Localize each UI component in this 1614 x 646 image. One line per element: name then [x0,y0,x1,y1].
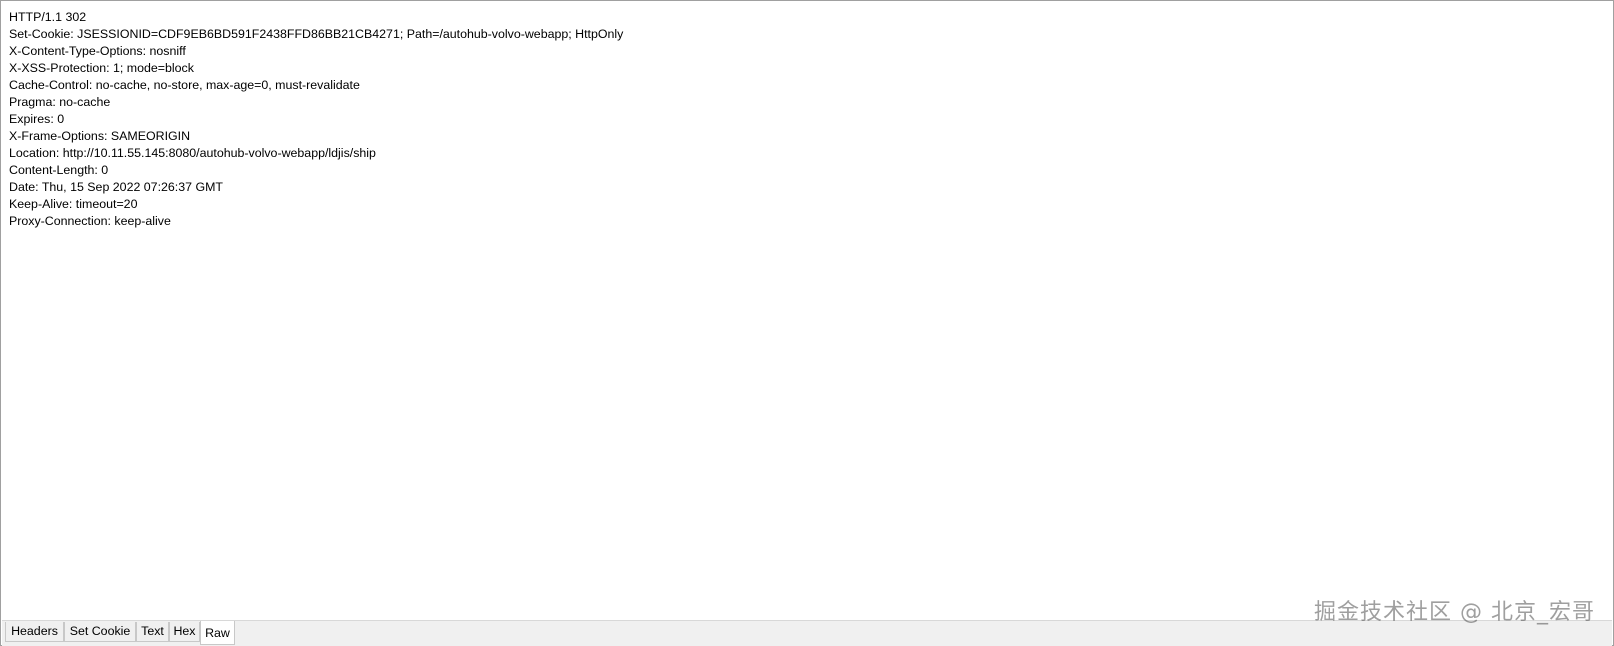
header-line-set-cookie: Set-Cookie: JSESSIONID=CDF9EB6BD591F2438… [9,27,624,41]
header-line-content-length: Content-Length: 0 [9,163,109,177]
tab-set-cookie[interactable]: Set Cookie [64,622,136,642]
header-line-pragma: Pragma: no-cache [9,95,111,109]
header-line-x-content-type-options: X-Content-Type-Options: nosniff [9,44,186,58]
header-line-date: Date: Thu, 15 Sep 2022 07:26:37 GMT [9,180,223,194]
header-line-x-xss-protection: X-XSS-Protection: 1; mode=block [9,61,194,75]
header-line-status: HTTP/1.1 302 [9,10,87,24]
header-line-location: Location: http://10.11.55.145:8080/autoh… [9,146,376,160]
header-line-cache-control: Cache-Control: no-cache, no-store, max-a… [9,78,360,92]
tab-raw[interactable]: Raw [200,621,235,645]
raw-response-view[interactable]: HTTP/1.1 302 Set-Cookie: JSESSIONID=CDF9… [2,2,1612,619]
header-line-keep-alive: Keep-Alive: timeout=20 [9,197,138,211]
header-line-x-frame-options: X-Frame-Options: SAMEORIGIN [9,129,191,143]
vertical-scrollbar[interactable] [1596,2,1612,619]
response-inspector-window: HTTP/1.1 302 Set-Cookie: JSESSIONID=CDF9… [0,0,1614,646]
watermark-text: 掘金技术社区 @ 北京_宏哥 [1314,600,1595,625]
header-line-proxy-connection: Proxy-Connection: keep-alive [9,214,171,228]
tab-text[interactable]: Text [136,622,169,642]
tab-hex[interactable]: Hex [169,622,200,642]
tab-headers[interactable]: Headers [5,622,64,642]
response-header-list: HTTP/1.1 302 Set-Cookie: JSESSIONID=CDF9… [9,9,623,230]
header-line-expires: Expires: 0 [9,112,65,126]
